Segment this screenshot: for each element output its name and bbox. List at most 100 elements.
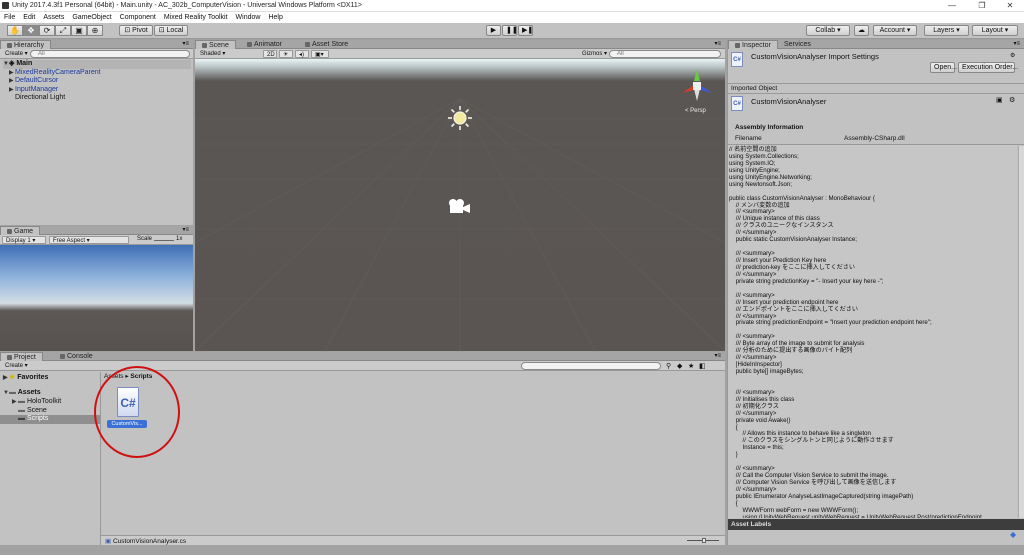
hierarchy-item[interactable]: Directional Light — [3, 94, 191, 103]
folder-icon: ▬ — [18, 398, 27, 405]
code-line: public byte[] imageBytes; — [729, 368, 804, 375]
tab-scene[interactable]: Scene — [195, 40, 236, 49]
gizmos-dropdown[interactable]: Gizmos ▾ — [579, 50, 610, 58]
camera-gizmo-icon[interactable] — [447, 198, 471, 214]
menu-component[interactable]: Component — [116, 12, 160, 23]
close-icon[interactable]: ✕ — [996, 0, 1024, 12]
csharp-file-icon: C# — [731, 52, 743, 67]
local-toggle[interactable]: ⊡ Local — [154, 25, 188, 36]
icon-size-slider-thumb[interactable] — [702, 538, 706, 543]
settings-gear-icon[interactable]: ⚙ — [1010, 52, 1015, 59]
inspector-tabstrip: Inspector Services ▾≡ — [728, 40, 1024, 49]
menu-help[interactable]: Help — [264, 12, 286, 23]
menu-assets[interactable]: Assets — [39, 12, 68, 23]
filename-label: Filename — [735, 135, 762, 142]
assets-row[interactable]: ▼▬ Assets — [3, 389, 41, 396]
play-button[interactable]: ▶ — [486, 25, 501, 36]
favorite-icon[interactable]: ★ — [688, 362, 694, 370]
tab-services[interactable]: Services — [778, 40, 817, 49]
pivot-toggle[interactable]: ⊡ Pivot — [119, 25, 153, 36]
tab-hierarchy[interactable]: Hierarchy — [0, 40, 51, 49]
account-dropdown[interactable]: Account ▾ — [873, 25, 917, 36]
hierarchy-item[interactable]: ▶MixedRealityCameraParent — [3, 69, 191, 78]
hierarchy-search-input[interactable]: All — [30, 50, 190, 58]
hierarchy-create-button[interactable]: Create ▾ — [2, 50, 31, 58]
shading-dropdown[interactable]: Shaded ▾ — [197, 50, 253, 58]
favorites-label: Favorites — [17, 374, 49, 381]
panel-menu-icon[interactable]: ▾≡ — [714, 352, 721, 359]
tab-animator[interactable]: Animator — [241, 40, 288, 49]
rect-tool-icon[interactable]: ▣ — [71, 25, 87, 36]
menu-window[interactable]: Window — [232, 12, 265, 23]
component-settings-icon[interactable]: ⚙ — [1009, 96, 1015, 104]
aspect-dropdown[interactable]: Free Aspect ▾ — [49, 236, 129, 244]
folder-row-selected[interactable]: ▬ Scripts — [0, 415, 100, 424]
display-dropdown[interactable]: Display 1 ▾ — [2, 236, 46, 244]
hierarchy-tabstrip: Hierarchy ▾≡ — [0, 40, 193, 49]
maximize-icon[interactable]: ❐ — [968, 0, 996, 12]
tab-asset-store[interactable]: Asset Store — [299, 40, 354, 49]
menu-file[interactable]: File — [0, 12, 19, 23]
audio-toggle-icon[interactable]: ◂) — [295, 50, 309, 58]
panel-menu-icon[interactable]: ▾≡ — [182, 40, 189, 47]
game-viewport[interactable] — [0, 245, 193, 351]
cloud-icon[interactable]: ☁ — [854, 25, 869, 36]
lock-icon[interactable]: ◧ — [699, 362, 706, 370]
minimize-icon[interactable]: — — [938, 0, 966, 12]
project-create-button[interactable]: Create ▾ — [2, 362, 31, 370]
status-path: ▣ CustomVisionAnalyser.cs — [105, 537, 186, 545]
folder-row[interactable]: ▶▬ HoloToolkit — [12, 398, 61, 405]
filter-type-icon[interactable]: ⚲ — [666, 362, 671, 370]
open-button[interactable]: Open... — [930, 62, 957, 73]
transform-tool-icon[interactable]: ⊕ — [87, 25, 103, 36]
collab-button[interactable]: Collab ▾ — [806, 25, 850, 36]
layout-dropdown[interactable]: Layout ▾ — [972, 25, 1018, 36]
scene-row[interactable]: ▼◈ Main — [3, 60, 191, 69]
console-tab-label: Console — [67, 353, 93, 360]
tab-project[interactable]: Project — [0, 352, 43, 361]
scene-panel: Scene Animator Asset Store ▾≡ Shaded ▾ 2… — [195, 40, 725, 59]
pause-button[interactable]: ❚❚ — [502, 25, 518, 36]
hierarchy-item[interactable]: ▶InputManager — [3, 86, 191, 95]
scene-viewport[interactable]: < Persp — [195, 59, 725, 351]
effects-dropdown-icon[interactable]: ▣▾ — [311, 50, 329, 58]
panel-menu-icon[interactable]: ▾≡ — [714, 40, 721, 47]
move-tool-icon[interactable]: ✥ — [23, 25, 39, 36]
inspector-scrollbar[interactable] — [1018, 146, 1024, 518]
tab-game[interactable]: Game — [0, 226, 41, 235]
panel-menu-icon[interactable]: ▾≡ — [182, 226, 189, 233]
component-help-icon[interactable]: ▣ — [996, 96, 1003, 104]
menu-edit[interactable]: Edit — [19, 12, 39, 23]
panel-menu-icon[interactable]: ▾≡ — [1013, 40, 1020, 47]
folder-row[interactable]: ▬ Scene — [18, 407, 47, 414]
rotate-tool-icon[interactable]: ⟳ — [39, 25, 55, 36]
import-settings-title: CustomVisionAnalyser Import Settings — [751, 52, 879, 61]
orientation-gizmo-icon[interactable] — [679, 67, 715, 103]
lighting-toggle-icon[interactable]: ☀ — [279, 50, 293, 58]
code-line: } — [729, 451, 738, 459]
directional-light-icon[interactable] — [447, 105, 473, 131]
persp-label[interactable]: < Persp — [685, 108, 706, 114]
divider — [728, 83, 1024, 84]
scene-search-input[interactable]: All — [609, 50, 721, 58]
execution-order-button[interactable]: Execution Order... — [958, 62, 1018, 73]
hierarchy-toolbar: Create ▾ All — [0, 49, 193, 59]
scale-tool-icon[interactable]: ⤢ — [55, 25, 71, 36]
tab-console[interactable]: Console — [54, 352, 99, 361]
tab-inspector[interactable]: Inspector — [728, 40, 778, 49]
menu-gameobject[interactable]: GameObject — [68, 12, 115, 23]
step-button[interactable]: ▶❚ — [518, 25, 533, 36]
project-search-input[interactable] — [521, 362, 661, 370]
hierarchy-item[interactable]: ▶DefaultCursor — [3, 77, 191, 86]
filter-label-icon[interactable]: ◆ — [677, 362, 682, 370]
mode-2d-toggle[interactable]: 2D — [263, 50, 277, 58]
folder-label: Scripts — [26, 415, 49, 422]
menu-mixed-reality-toolkit[interactable]: Mixed Reality Toolkit — [160, 12, 232, 23]
scene-tabstrip: Scene Animator Asset Store ▾≡ — [195, 40, 725, 49]
asset-labels-icon[interactable]: ◆ — [1010, 530, 1016, 539]
services-tab-label: Services — [784, 41, 811, 48]
layers-dropdown[interactable]: Layers ▾ — [924, 25, 969, 36]
hand-tool-icon[interactable]: ✋ — [7, 25, 23, 36]
scale-slider[interactable] — [154, 240, 174, 241]
favorites-row[interactable]: ▶★ Favorites — [3, 373, 48, 381]
